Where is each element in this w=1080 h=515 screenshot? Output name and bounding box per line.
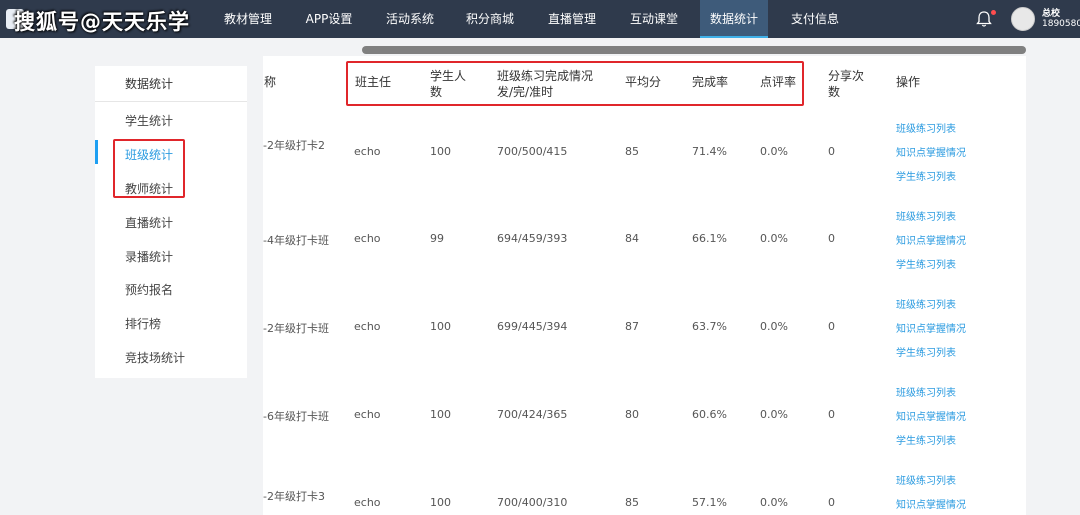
cell-review-rate: 0.0% xyxy=(760,232,788,245)
cell-completion-rate: 66.1% xyxy=(692,232,727,245)
cell-completion-rate: 57.1% xyxy=(692,496,727,509)
col-header-operations: 操作 xyxy=(896,75,921,89)
link-class-practice-list[interactable]: 班级练习列表 xyxy=(896,296,956,311)
nav-item-textbook[interactable]: 教材管理 xyxy=(214,0,282,38)
cell-share-count: 0 xyxy=(828,232,835,245)
cell-completion-rate: 71.4% xyxy=(692,145,727,158)
link-class-practice-list[interactable]: 班级练习列表 xyxy=(896,472,956,487)
col-header-share-line1: 分享次 xyxy=(828,69,865,83)
cell-class-name: -6年级打卡班 xyxy=(263,410,329,423)
cell-avg-score: 84 xyxy=(625,232,639,245)
nav-item-app-settings[interactable]: APP设置 xyxy=(296,0,362,38)
link-student-practice-list[interactable]: 学生练习列表 xyxy=(896,256,956,271)
cell-avg-score: 87 xyxy=(625,320,639,333)
cell-avg-score: 85 xyxy=(625,496,639,509)
link-class-practice-list[interactable]: 班级练习列表 xyxy=(896,120,956,135)
cell-class-name: -2年级打卡2 xyxy=(263,139,325,152)
col-header-share-count: 分享次 数 xyxy=(828,68,864,100)
sidebar-item-student-stats[interactable]: 学生统计 xyxy=(95,108,247,134)
sidebar-item-reservation[interactable]: 预约报名 xyxy=(95,277,247,303)
top-nav: 搜狐号@天天乐学 教材管理 APP设置 活动系统 积分商城 直播管理 互动课堂 … xyxy=(0,0,1080,38)
link-knowledge-mastery[interactable]: 知识点掌握情况 xyxy=(896,496,966,511)
cell-class-name: -4年级打卡班 xyxy=(263,234,329,247)
cell-share-count: 0 xyxy=(828,496,835,509)
cell-students: 100 xyxy=(430,496,451,509)
cell-teacher: echo xyxy=(354,408,381,421)
cell-review-rate: 0.0% xyxy=(760,496,788,509)
cell-practice: 699/445/394 xyxy=(497,320,568,333)
sidebar-item-arena-stats[interactable]: 竞技场统计 xyxy=(95,345,247,371)
link-knowledge-mastery[interactable]: 知识点掌握情况 xyxy=(896,144,966,159)
nav-item-data-stats[interactable]: 数据统计 xyxy=(700,0,768,38)
nav-item-payment[interactable]: 支付信息 xyxy=(782,0,848,38)
sidebar: 数据统计 学生统计 班级统计 教师统计 直播统计 录播统计 预约报名 排行榜 竞… xyxy=(95,66,247,378)
nav-item-live[interactable]: 直播管理 xyxy=(538,0,606,38)
active-item-marker xyxy=(95,140,98,164)
cell-review-rate: 0.0% xyxy=(760,408,788,421)
cell-practice: 700/424/365 xyxy=(497,408,568,421)
cell-teacher: echo xyxy=(354,145,381,158)
watermark: 搜狐号@天天乐学 xyxy=(14,10,190,34)
col-header-name: 称 xyxy=(264,75,277,89)
highlight-box-header xyxy=(346,61,804,106)
link-class-practice-list[interactable]: 班级练习列表 xyxy=(896,208,956,223)
link-knowledge-mastery[interactable]: 知识点掌握情况 xyxy=(896,232,966,247)
sidebar-item-recorded-stats[interactable]: 录播统计 xyxy=(95,244,247,270)
cell-review-rate: 0.0% xyxy=(760,145,788,158)
cell-class-name: -2年级打卡3 xyxy=(263,490,325,503)
sidebar-item-live-stats[interactable]: 直播统计 xyxy=(95,210,247,236)
cell-practice: 700/500/415 xyxy=(497,145,568,158)
cell-avg-score: 85 xyxy=(625,145,639,158)
cell-students: 99 xyxy=(430,232,444,245)
highlight-box-sidebar xyxy=(113,139,185,198)
notification-dot xyxy=(991,10,996,15)
cell-teacher: echo xyxy=(354,232,381,245)
cell-students: 100 xyxy=(430,320,451,333)
cell-share-count: 0 xyxy=(828,320,835,333)
cell-teacher: echo xyxy=(354,496,381,509)
cell-review-rate: 0.0% xyxy=(760,320,788,333)
cell-share-count: 0 xyxy=(828,408,835,421)
col-header-share-line2: 数 xyxy=(828,85,841,99)
link-knowledge-mastery[interactable]: 知识点掌握情况 xyxy=(896,408,966,423)
cell-teacher: echo xyxy=(354,320,381,333)
cell-share-count: 0 xyxy=(828,145,835,158)
nav-item-points-mall[interactable]: 积分商城 xyxy=(457,0,523,38)
user-name: 总校 xyxy=(1042,9,1061,19)
cell-class-name: -2年级打卡班 xyxy=(263,322,329,335)
cell-practice: 700/400/310 xyxy=(497,496,568,509)
link-class-practice-list[interactable]: 班级练习列表 xyxy=(896,384,956,399)
user-phone: 1890580 xyxy=(1042,19,1080,29)
link-student-practice-list[interactable]: 学生练习列表 xyxy=(896,432,956,447)
sidebar-header[interactable]: 数据统计 xyxy=(95,66,247,102)
link-knowledge-mastery[interactable]: 知识点掌握情况 xyxy=(896,320,966,335)
sidebar-item-ranking[interactable]: 排行榜 xyxy=(95,311,247,337)
link-student-practice-list[interactable]: 学生练习列表 xyxy=(896,344,956,359)
cell-practice: 694/459/393 xyxy=(497,232,568,245)
link-student-practice-list[interactable]: 学生练习列表 xyxy=(896,168,956,183)
cell-students: 100 xyxy=(430,145,451,158)
avatar[interactable] xyxy=(1011,7,1035,31)
cell-completion-rate: 63.7% xyxy=(692,320,727,333)
nav-item-activity[interactable]: 活动系统 xyxy=(377,0,443,38)
cell-completion-rate: 60.6% xyxy=(692,408,727,421)
cell-avg-score: 80 xyxy=(625,408,639,421)
horizontal-scrollbar[interactable] xyxy=(362,46,1026,54)
nav-item-interactive-class[interactable]: 互动课堂 xyxy=(620,0,688,38)
cell-students: 100 xyxy=(430,408,451,421)
